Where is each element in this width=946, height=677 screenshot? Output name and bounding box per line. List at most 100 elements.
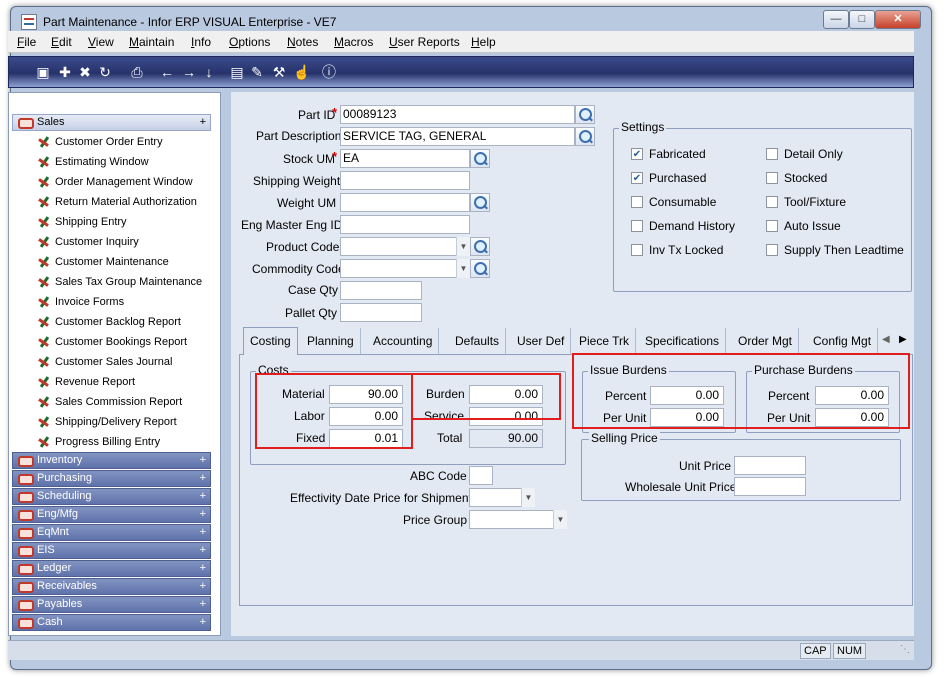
sidebar-item[interactable]: Customer Maintenance <box>12 252 211 272</box>
new-icon[interactable]: ✚ <box>57 64 73 80</box>
settings-checkbox[interactable] <box>766 148 778 160</box>
expand-toggle[interactable]: + <box>200 507 206 522</box>
arrow-right-icon[interactable]: → <box>181 64 197 80</box>
settings-checkbox[interactable] <box>766 196 778 208</box>
arrow-left-icon[interactable]: ← <box>159 64 175 80</box>
unit-price-input[interactable] <box>734 456 806 475</box>
expand-toggle[interactable]: + <box>200 489 206 504</box>
description-input[interactable]: SERVICE TAG, GENERAL <box>340 127 575 146</box>
sidebar-group-inventory[interactable]: Inventory + <box>12 452 211 469</box>
settings-checkbox[interactable]: ✔ <box>631 172 643 184</box>
settings-checkbox[interactable] <box>631 220 643 232</box>
tab-order-mgt[interactable]: Order Mgt <box>732 328 800 354</box>
resize-grip-icon[interactable]: ⋱ <box>900 644 910 655</box>
sidebar-item[interactable]: Sales Tax Group Maintenance <box>12 272 211 292</box>
part-id-lookup-icon[interactable] <box>575 105 595 124</box>
sidebar-item[interactable]: Invoice Forms <box>12 292 211 312</box>
sidebar-group-sales[interactable]: Sales + <box>12 114 211 131</box>
sidebar-item[interactable]: Shipping/Delivery Report <box>12 412 211 432</box>
sidebar-item[interactable]: Progress Billing Entry <box>12 432 211 452</box>
arrow-down-icon[interactable]: ↓ <box>201 64 217 80</box>
expand-toggle[interactable]: + <box>200 543 206 558</box>
settings-checkbox[interactable]: ✔ <box>631 148 643 160</box>
shipping-weight-input[interactable] <box>340 171 470 190</box>
sidebar-item[interactable]: Return Material Authorization <box>12 192 211 212</box>
abc-code-input[interactable] <box>469 466 493 485</box>
case-qty-input[interactable] <box>340 281 422 300</box>
maximize-button[interactable]: □ <box>849 10 875 29</box>
menu-maintain[interactable]: Maintain <box>129 35 174 49</box>
tab-scroll-left-icon[interactable]: ◀ <box>882 334 890 345</box>
product-code-lookup-icon[interactable] <box>470 237 490 256</box>
menu-help[interactable]: Help <box>471 35 496 49</box>
collapse-toggle[interactable]: + <box>200 115 206 130</box>
tab-piece-trk[interactable]: Piece Trk <box>573 328 637 354</box>
tools-icon[interactable]: ⚒ <box>271 64 287 80</box>
expand-toggle[interactable]: + <box>200 597 206 612</box>
sidebar-group-eqmnt[interactable]: EqMnt + <box>12 524 211 541</box>
chevron-down-icon[interactable]: ▼ <box>521 488 535 507</box>
sidebar-group-engmfg[interactable]: Eng/Mfg + <box>12 506 211 523</box>
save-icon[interactable]: ▣ <box>35 64 51 80</box>
tab-user-def[interactable]: User Def <box>511 328 572 354</box>
print-icon[interactable]: ⎙ <box>129 64 145 80</box>
stock-um-lookup-icon[interactable] <box>470 149 490 168</box>
part-id-input[interactable]: 00089123 <box>340 105 575 124</box>
menu-info[interactable]: Info <box>191 35 211 49</box>
menu-edit[interactable]: Edit <box>51 35 72 49</box>
info-icon[interactable]: ⓘ <box>321 64 337 80</box>
tab-planning[interactable]: Planning <box>301 328 361 354</box>
description-lookup-icon[interactable] <box>575 127 595 146</box>
product-code-select[interactable] <box>340 237 470 256</box>
settings-checkbox[interactable] <box>631 196 643 208</box>
commodity-code-lookup-icon[interactable] <box>470 259 490 278</box>
sidebar-group-payables[interactable]: Payables + <box>12 596 211 613</box>
tab-config-mgt[interactable]: Config Mgt <box>807 328 879 354</box>
expand-toggle[interactable]: + <box>200 471 206 486</box>
menu-file[interactable]: File <box>17 35 36 49</box>
sidebar-item[interactable]: Order Management Window <box>12 172 211 192</box>
sidebar-group-cash[interactable]: Cash + <box>12 614 211 631</box>
menu-notes[interactable]: Notes <box>287 35 318 49</box>
sidebar-item[interactable]: Customer Inquiry <box>12 232 211 252</box>
chevron-down-icon[interactable]: ▼ <box>456 259 470 278</box>
sidebar-item[interactable]: Estimating Window <box>12 152 211 172</box>
sidebar-group-purchasing[interactable]: Purchasing + <box>12 470 211 487</box>
sidebar-group-scheduling[interactable]: Scheduling + <box>12 488 211 505</box>
tab-defaults[interactable]: Defaults <box>449 328 507 354</box>
expand-toggle[interactable]: + <box>200 615 206 630</box>
weight-um-lookup-icon[interactable] <box>470 193 490 212</box>
menu-user-reports[interactable]: User Reports <box>389 35 460 49</box>
expand-toggle[interactable]: + <box>200 579 206 594</box>
tab-costing[interactable]: Costing <box>243 327 298 355</box>
sidebar-item[interactable]: Customer Order Entry <box>12 132 211 152</box>
menu-view[interactable]: View <box>88 35 114 49</box>
refresh-icon[interactable]: ↻ <box>97 64 113 80</box>
pallet-qty-input[interactable] <box>340 303 422 322</box>
menu-options[interactable]: Options <box>229 35 270 49</box>
expand-toggle[interactable]: + <box>200 453 206 468</box>
sidebar-item[interactable]: Customer Backlog Report <box>12 312 211 332</box>
commodity-code-select[interactable] <box>340 259 470 278</box>
sidebar-group-eis[interactable]: EIS + <box>12 542 211 559</box>
delete-icon[interactable]: ✖ <box>77 64 93 80</box>
settings-checkbox[interactable] <box>766 220 778 232</box>
sidebar-group-receivables[interactable]: Receivables + <box>12 578 211 595</box>
sidebar-item[interactable]: Sales Commission Report <box>12 392 211 412</box>
hand-icon[interactable]: ☝ <box>293 64 310 80</box>
settings-checkbox[interactable] <box>631 244 643 256</box>
tab-specifications[interactable]: Specifications <box>639 328 727 354</box>
wholesale-input[interactable] <box>734 477 806 496</box>
chevron-down-icon[interactable]: ▼ <box>456 237 470 256</box>
sidebar-item[interactable]: Revenue Report <box>12 372 211 392</box>
settings-checkbox[interactable] <box>766 244 778 256</box>
tab-accounting[interactable]: Accounting <box>367 328 440 354</box>
close-button[interactable]: ✕ <box>875 10 921 29</box>
sidebar-item[interactable]: Customer Sales Journal <box>12 352 211 372</box>
sidebar-item[interactable]: Customer Bookings Report <box>12 332 211 352</box>
chevron-down-icon[interactable]: ▼ <box>553 510 567 529</box>
eng-master-input[interactable] <box>340 215 470 234</box>
tab-scroll-right-icon[interactable]: ▶ <box>899 334 907 345</box>
menu-macros[interactable]: Macros <box>334 35 373 49</box>
settings-checkbox[interactable] <box>766 172 778 184</box>
